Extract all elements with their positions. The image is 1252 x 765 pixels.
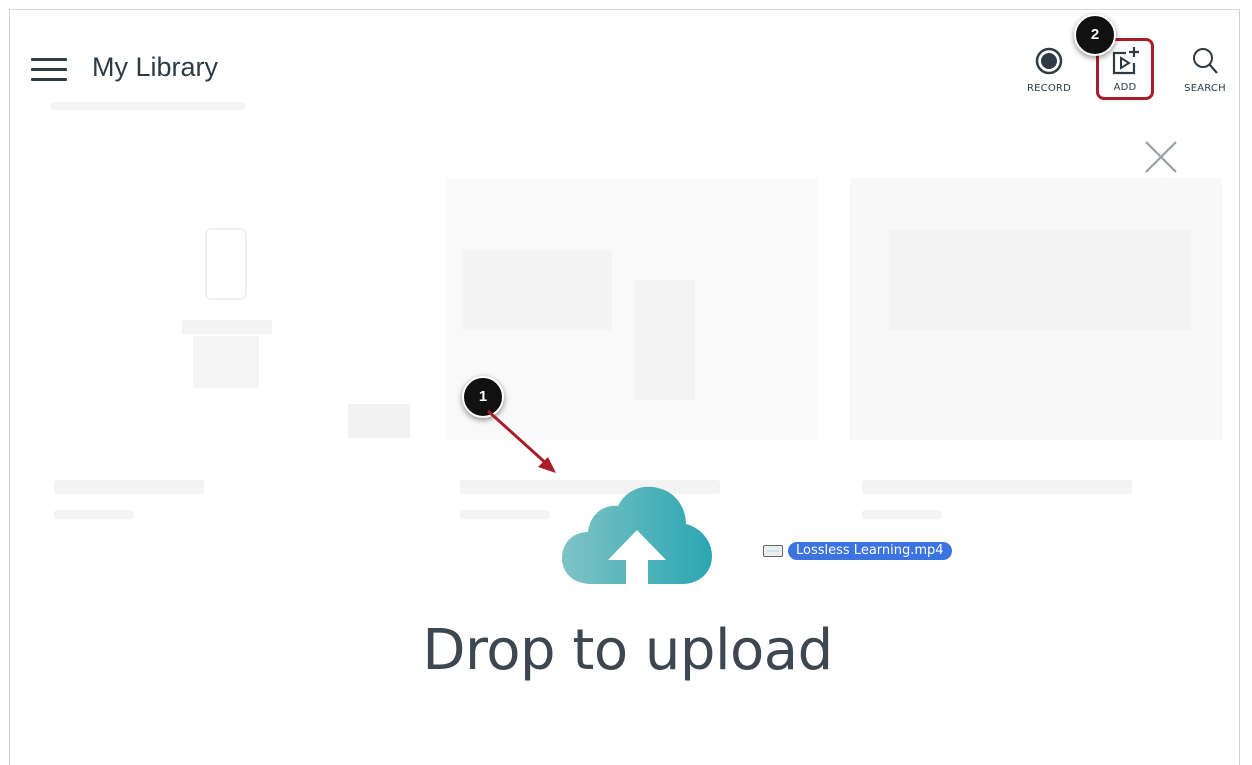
record-icon: [1035, 47, 1063, 75]
faded-card-3-meta: [862, 510, 942, 519]
add-media-icon: [1112, 47, 1139, 75]
callout-arrow-icon: [486, 409, 556, 473]
search-button[interactable]: SEARCH: [1179, 46, 1231, 94]
faded-card-3-inner: [890, 230, 1190, 330]
faded-subtitle: [50, 102, 245, 110]
faded-duration-badge: [348, 404, 410, 438]
callout-badge-2: 2: [1074, 14, 1116, 56]
header-bar: My Library RECORD ADD SEARCH: [10, 10, 1239, 120]
record-button[interactable]: RECORD: [1021, 46, 1077, 94]
faded-phone-shape: [205, 228, 247, 300]
faded-trash-shape: [182, 320, 272, 334]
search-label: SEARCH: [1184, 83, 1226, 94]
faded-card-2-inner-2: [635, 280, 695, 400]
hamburger-menu-icon[interactable]: [31, 58, 67, 82]
faded-card-2-inner-1: [462, 250, 612, 330]
faded-card-2-meta: [460, 510, 550, 519]
faded-card-3-title: [862, 480, 1132, 494]
dragged-file-chip: Lossless Learning.mp4: [763, 542, 952, 560]
cloud-upload-icon: [562, 486, 712, 594]
dragged-file-name: Lossless Learning.mp4: [788, 542, 952, 560]
faded-card-1-meta: [54, 510, 134, 519]
page-title: My Library: [92, 52, 219, 82]
add-label: ADD: [1113, 82, 1137, 93]
video-file-icon: [763, 545, 783, 557]
faded-card-1-thumb: [50, 178, 410, 438]
close-icon[interactable]: [1144, 140, 1178, 174]
search-icon: [1193, 48, 1218, 74]
drop-to-upload-message: Drop to upload: [422, 618, 833, 683]
faded-card-1-title: [54, 480, 204, 494]
app-window: My Library RECORD ADD SEARCH 2 1 Lossles…: [9, 9, 1240, 765]
record-label: RECORD: [1027, 83, 1071, 94]
faded-trash-body: [193, 336, 259, 388]
